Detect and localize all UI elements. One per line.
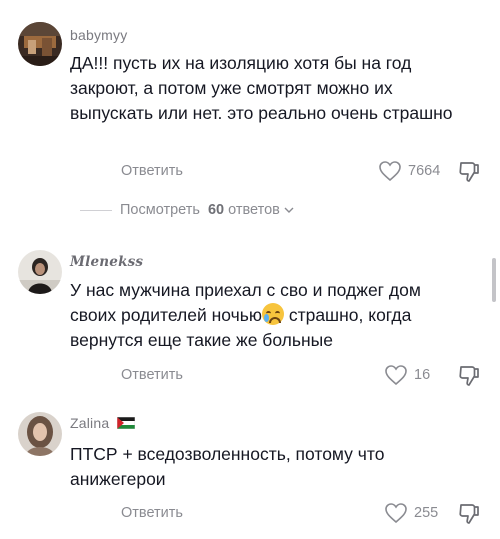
- like-count: 16: [414, 367, 431, 383]
- like-count: 7664: [408, 163, 441, 179]
- avatar[interactable]: [18, 22, 62, 66]
- comment-username[interactable]: babymyy: [70, 27, 127, 43]
- username-text: Zalina: [70, 415, 110, 431]
- comment-username[interactable]: Mlenekss: [70, 254, 143, 270]
- heart-outline-icon: [379, 161, 401, 182]
- like-count: 255: [414, 505, 439, 521]
- view-replies-button[interactable]: Посмотреть 60 ответов: [80, 202, 294, 218]
- thumbs-down-icon: [459, 162, 479, 182]
- reply-button[interactable]: Ответить: [121, 505, 183, 521]
- dislike-button[interactable]: [458, 364, 480, 393]
- palestine-flag-icon: [117, 417, 136, 429]
- thumbs-down-icon: [459, 366, 479, 386]
- view-replies-count: 60: [207, 202, 225, 218]
- divider-line: [80, 209, 112, 211]
- comment-text: ПТСР + вседозволенность, потому что аниж…: [70, 444, 385, 489]
- heart-outline-icon: [385, 365, 407, 386]
- chevron-down-icon: [284, 207, 294, 213]
- avatar[interactable]: [18, 250, 62, 294]
- comment-text: ДА!!! пусть их на изоляцию хотя бы на го…: [70, 53, 453, 123]
- scrollbar[interactable]: [492, 258, 496, 302]
- thumbs-down-icon: [459, 504, 479, 524]
- view-replies-prefix: Посмотреть: [120, 202, 200, 218]
- dislike-button[interactable]: [458, 160, 480, 189]
- avatar[interactable]: [18, 412, 62, 456]
- like-button[interactable]: 7664: [378, 160, 440, 182]
- comment-username[interactable]: Zalina: [70, 415, 136, 431]
- crying-face-emoji: [261, 303, 284, 325]
- reply-button[interactable]: Ответить: [121, 367, 183, 383]
- dislike-button[interactable]: [458, 502, 480, 531]
- like-button[interactable]: 16: [384, 364, 430, 386]
- like-button[interactable]: 255: [384, 502, 438, 524]
- view-replies-suffix: ответов: [228, 202, 280, 218]
- heart-outline-icon: [385, 503, 407, 524]
- comment-text: У нас мужчина приехал с сво и поджег дом…: [70, 278, 465, 353]
- reply-button[interactable]: Ответить: [121, 163, 183, 179]
